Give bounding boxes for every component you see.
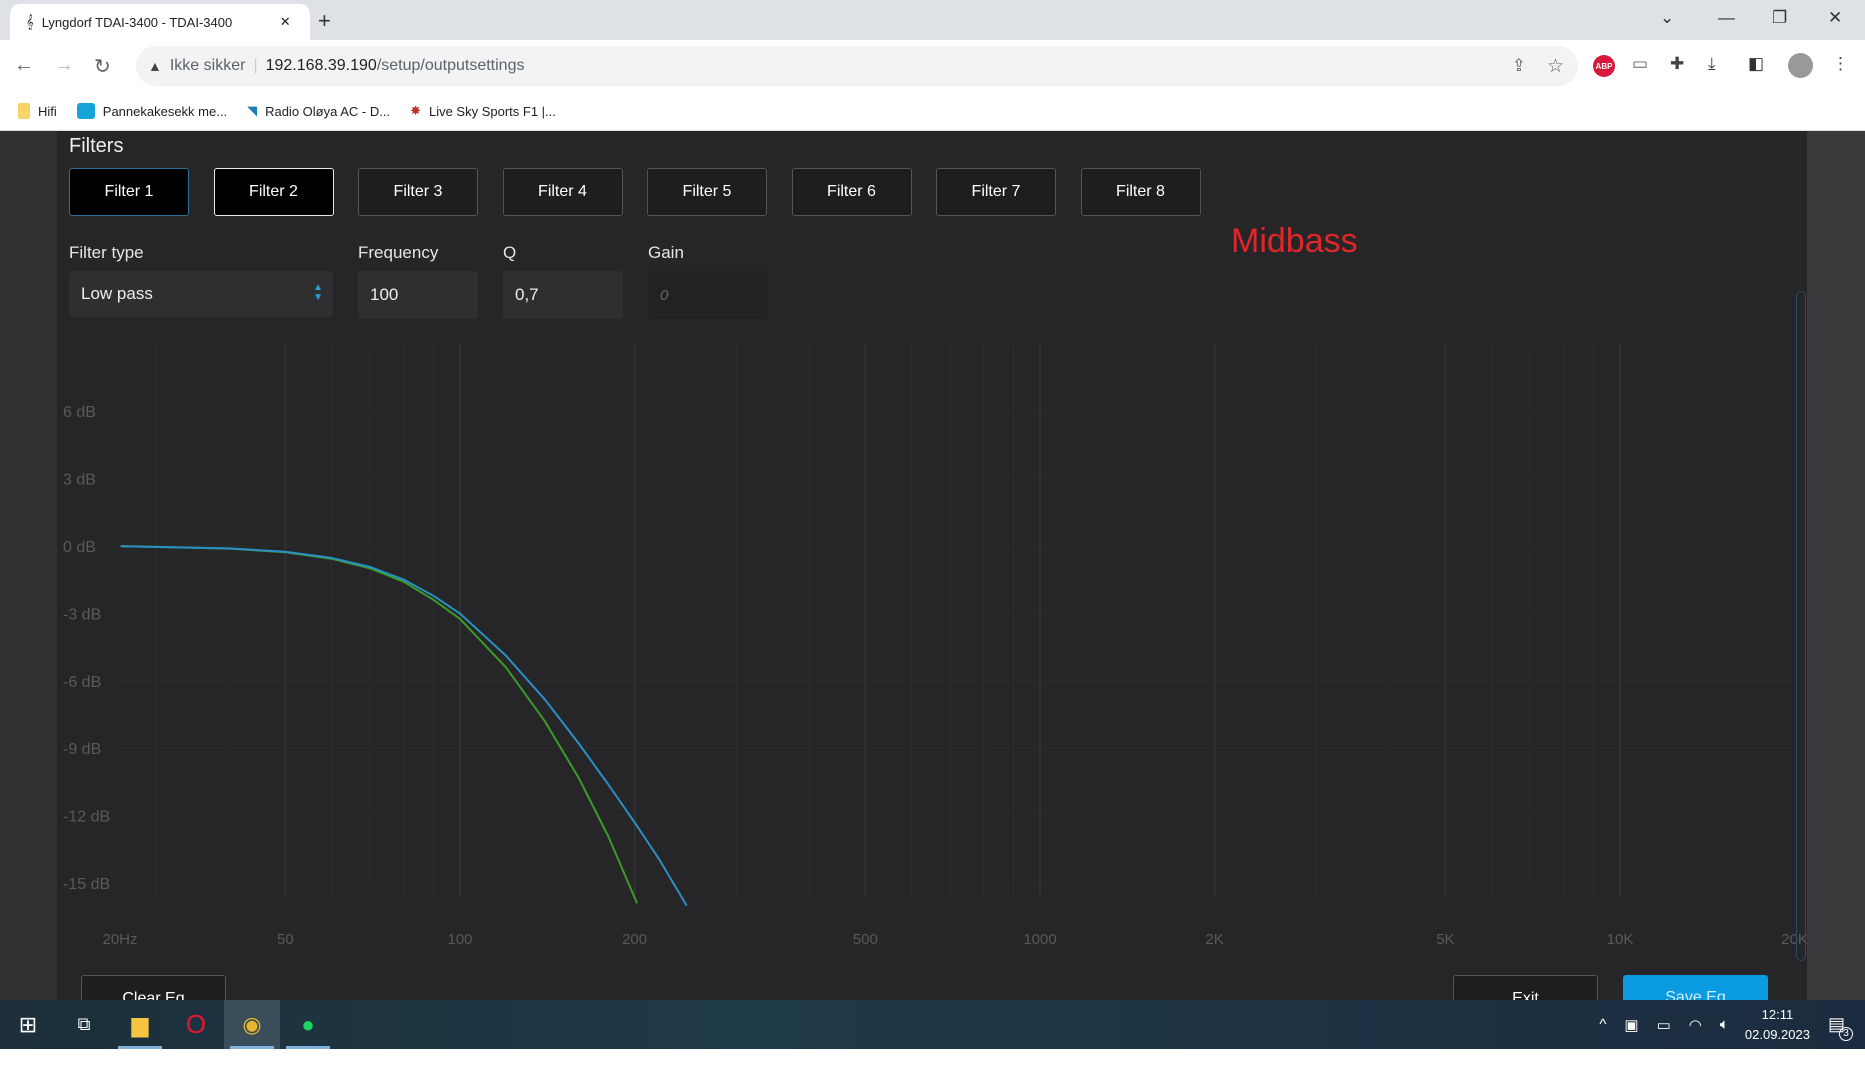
tab-title: Lyngdorf TDAI-3400 - TDAI-3400 [41, 14, 233, 30]
spotify-icon[interactable]: ● [280, 1000, 336, 1049]
y-tick-label: 6 dB [63, 404, 96, 421]
x-tick-label: 50 [277, 931, 294, 948]
download-icon[interactable]: ⤓ [1708, 54, 1716, 74]
chrome-icon[interactable]: ◉ [224, 1000, 280, 1049]
forward-icon[interactable]: → [54, 54, 74, 77]
frequency-label: Frequency [358, 243, 439, 262]
filter-button-8[interactable]: Filter 8 [1080, 168, 1201, 216]
abp-icon[interactable]: ABP [1593, 55, 1615, 77]
back-icon[interactable]: ← [14, 54, 34, 77]
y-tick-label: -6 dB [63, 674, 101, 691]
filter-button-4[interactable]: Filter 4 [502, 168, 623, 216]
opera-icon[interactable]: O [168, 1000, 224, 1049]
filter-type-select[interactable]: Low pass ▲ ▼ [69, 271, 333, 317]
reload-icon[interactable]: ↻ [94, 54, 111, 79]
gain-input[interactable]: 0 [648, 271, 767, 319]
menu-icon[interactable]: ⋮ [1832, 54, 1849, 74]
security-label: Ikke sikker [169, 57, 246, 74]
sports-icon: ✸ [410, 103, 421, 118]
x-tick-label: 2K [1205, 931, 1223, 948]
page-margin [1807, 131, 1865, 1000]
url-path: /setup/outputsettings [376, 57, 525, 74]
filter-type-label: Filter type [69, 243, 144, 262]
y-tick-label: -12 dB [63, 809, 110, 826]
minimize-icon[interactable]: — [1718, 8, 1735, 28]
battery-icon[interactable]: ▭ [1657, 1016, 1671, 1034]
scrollbar[interactable] [1796, 291, 1806, 961]
filter-button-7[interactable]: Filter 7 [936, 168, 1056, 216]
bookmark-hifi[interactable]: Hifi [18, 103, 57, 119]
browser-tab[interactable]: 𝄞 Lyngdorf TDAI-3400 - TDAI-3400 ✕ [10, 4, 310, 40]
x-tick-label: 200 [622, 931, 647, 948]
x-tick-label: 1000 [1023, 931, 1056, 948]
tab-search-icon[interactable]: ⌄ [1660, 8, 1674, 28]
clock[interactable]: 12:11 02.09.2023 [1745, 1005, 1810, 1045]
filter-button-3[interactable]: Filter 3 [358, 168, 478, 216]
notifications-icon[interactable]: ▤ 3 [1828, 1014, 1853, 1041]
bookmark-sports[interactable]: ✸ Live Sky Sports F1 |... [410, 103, 556, 119]
frequency-input[interactable]: 100 [358, 271, 478, 319]
new-tab-icon[interactable]: + [318, 8, 331, 34]
x-tick-label: 100 [447, 931, 472, 948]
frequency-response-chart: 20Hz 50 100 200 500 1000 2K 5K 10K 20K6 dB3 dB0 d… [63, 345, 1807, 948]
q-input[interactable]: 0,7 [503, 271, 623, 319]
filter-button-2[interactable]: Filter 2 [213, 168, 334, 216]
wifi-icon[interactable]: ◠ [1689, 1016, 1702, 1034]
cast-icon[interactable]: ▭ [1632, 54, 1648, 74]
filters-title: Filters [69, 135, 124, 157]
y-tick-label: 3 dB [63, 471, 96, 488]
show-hidden-icon[interactable]: ^ [1599, 1016, 1606, 1034]
sidepanel-icon[interactable]: ◧ [1748, 54, 1764, 74]
close-tab-icon[interactable]: ✕ [280, 14, 291, 30]
filter-button-5[interactable]: Filter 5 [647, 168, 767, 216]
meet-icon[interactable]: ▣ [1624, 1016, 1638, 1034]
url-host: 192.168.39.190 [265, 57, 377, 74]
select-arrows-icon: ▲ ▼ [313, 282, 323, 303]
x-tick-label: 5K [1436, 931, 1454, 948]
start-icon[interactable]: ⊞ [0, 1000, 56, 1049]
share-icon[interactable]: ⇪ [1512, 56, 1526, 76]
filter-button-6[interactable]: Filter 6 [791, 168, 912, 216]
restore-icon[interactable]: ❐ [1772, 8, 1787, 28]
volume-icon[interactable]: 🔈︎ [1720, 1016, 1729, 1034]
favicon-icon: 𝄞 [26, 14, 34, 29]
radio-icon: ◥ [247, 103, 258, 118]
address-bar[interactable]: ▲ Ikke sikker | 192.168.39.190/setup/out… [136, 46, 1578, 86]
warning-icon: ▲ [148, 58, 162, 74]
x-tick-label: 20Hz [102, 931, 137, 948]
windows-taskbar: ⊞ ⧉ ▆ O ◉ ● ^ ▣ ▭ ◠ 🔈︎ 12:11 02.09.2023 … [0, 1000, 1865, 1049]
browser-toolbar: ← → ↻ ▲ Ikke sikker | 192.168.39.190/set… [0, 40, 1865, 92]
bookmarks-bar: Hifi Pannekakesekk me... ◥ Radio Oløya AC… [0, 92, 1865, 131]
avatar[interactable] [1788, 53, 1813, 78]
task-view-icon[interactable]: ⧉ [56, 1000, 112, 1049]
midbass-annotation: Midbass [1231, 222, 1358, 260]
y-tick-label: -15 dB [63, 876, 110, 893]
y-tick-label: -3 dB [63, 606, 101, 623]
bookmark-nrk[interactable]: Pannekakesekk me... [76, 103, 227, 119]
gain-label: Gain [648, 243, 684, 262]
tab-strip: 𝄞 Lyngdorf TDAI-3400 - TDAI-3400 ✕ + ⌄ —… [0, 0, 1865, 40]
nrk-icon [76, 103, 95, 119]
close-window-icon[interactable]: ✕ [1828, 8, 1842, 28]
folder-icon [18, 103, 30, 119]
bookmark-radio[interactable]: ◥ Radio Oløya AC - D... [247, 103, 390, 119]
puzzle-icon[interactable]: ✚ [1670, 54, 1684, 74]
y-tick-label: 0 dB [63, 539, 96, 556]
x-tick-label: 500 [853, 931, 878, 948]
filter-button-1[interactable]: Filter 1 [69, 168, 189, 216]
q-label: Q [503, 243, 517, 262]
y-tick-label: -9 dB [63, 741, 101, 758]
response-curve-1 [120, 545, 639, 904]
star-icon[interactable]: ☆ [1547, 55, 1564, 78]
file-explorer-icon[interactable]: ▆ [112, 1000, 168, 1049]
x-tick-label: 10K [1607, 931, 1634, 948]
